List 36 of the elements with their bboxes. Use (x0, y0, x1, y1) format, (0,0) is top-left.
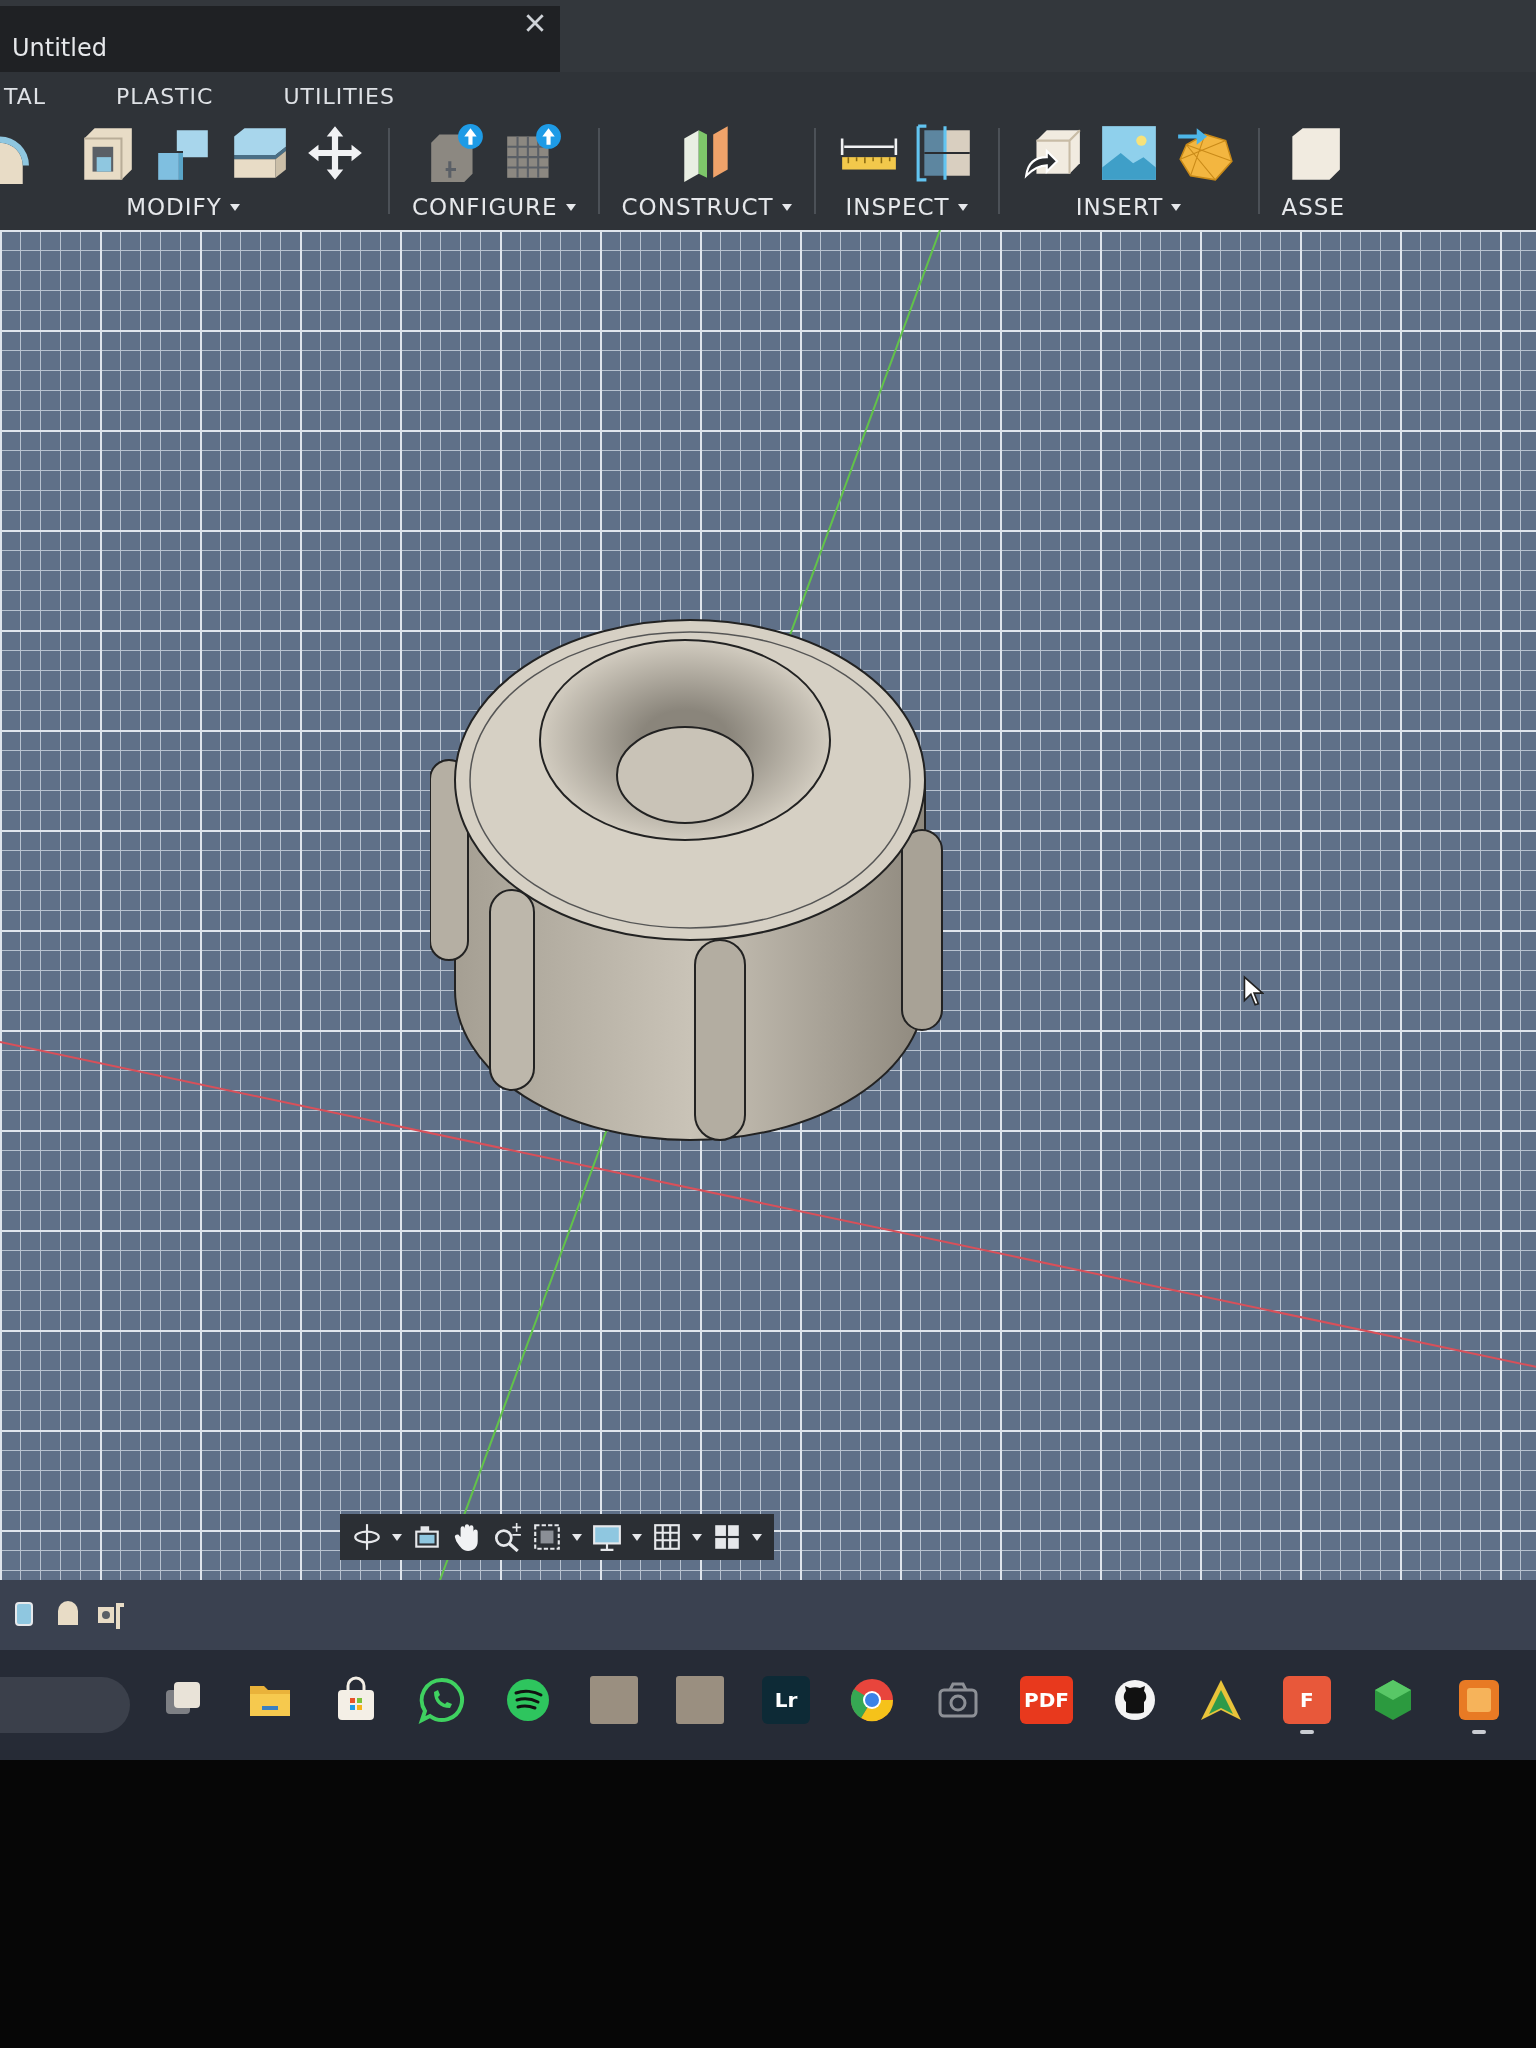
monitor-icon[interactable] (592, 1522, 622, 1552)
caret-icon[interactable] (781, 203, 792, 211)
viewport-grid[interactable] (0, 230, 1536, 1580)
document-title: Untitled (12, 34, 107, 62)
ribbon-group-menu[interactable]: INSERT (1075, 194, 1182, 220)
caret-icon[interactable] (392, 1533, 402, 1541)
chat-bubble-icon[interactable] (418, 1676, 466, 1724)
ribbon-tab[interactable]: TAL (4, 84, 47, 116)
document-tab[interactable]: Untitled (0, 6, 560, 72)
ribbon-group-menu[interactable]: CONSTRUCT (621, 194, 792, 220)
window-panes-icon[interactable] (712, 1522, 742, 1552)
app-tile[interactable]: Lr (762, 1676, 810, 1724)
pointer-icon (1242, 975, 1264, 1007)
caret-icon[interactable] (752, 1533, 762, 1541)
caret-icon[interactable] (632, 1533, 642, 1541)
ribbon-group-menu[interactable]: ASSE (1281, 194, 1345, 220)
frame-icon[interactable] (532, 1522, 562, 1552)
app-tile[interactable]: PDF (1020, 1676, 1073, 1724)
caret-icon[interactable] (692, 1533, 702, 1541)
orbit-icon[interactable] (352, 1522, 382, 1552)
ribbon-group-menu[interactable]: INSPECT (845, 194, 968, 220)
caret-icon[interactable] (565, 203, 576, 211)
ribbon-tab[interactable]: PLASTIC (116, 84, 214, 116)
tricolor-circle-icon[interactable] (848, 1676, 896, 1724)
app-tile[interactable]: F (1282, 1676, 1331, 1724)
ribbon-group-menu[interactable]: CONFIGURE (412, 194, 576, 220)
caret-icon[interactable] (1171, 203, 1182, 211)
ribbon-group-menu[interactable]: MODIFY (126, 194, 240, 220)
caret-icon[interactable] (229, 203, 240, 211)
zoom-icon[interactable] (492, 1522, 522, 1552)
close-icon[interactable] (524, 12, 546, 34)
sound-waves-icon[interactable] (504, 1676, 552, 1724)
caret-icon[interactable] (572, 1533, 582, 1541)
grid-icon[interactable] (652, 1522, 682, 1552)
ribbon-tab[interactable]: UTILITIES (283, 84, 395, 116)
caret-icon[interactable] (957, 203, 968, 211)
